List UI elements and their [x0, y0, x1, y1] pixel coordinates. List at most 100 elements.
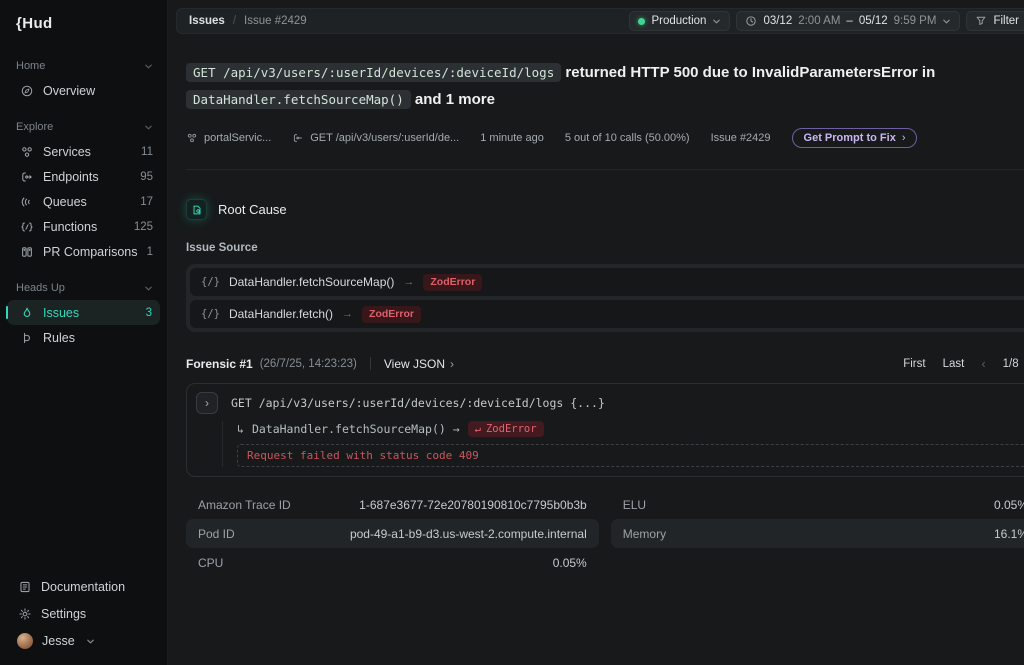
pagination-prev-icon[interactable]: ‹: [981, 356, 985, 371]
app-window: {Hud Home Overview Explore Services 11: [0, 0, 1024, 665]
chevron-right-icon: ›: [902, 132, 906, 144]
zoderror-badge: ↵ ZodError: [468, 421, 544, 437]
date-range-picker[interactable]: 03/12 2:00 AM – 05/12 9:59 PM: [736, 11, 960, 31]
forensic-pagination: First Last ‹ 1/8 ›: [903, 356, 1024, 371]
forensic-title: Forensic #1: [186, 357, 253, 371]
range-end-time: 9:59 PM: [894, 15, 937, 27]
view-json-label: View JSON: [384, 357, 445, 371]
sidebar-section-explore[interactable]: Explore: [0, 115, 167, 139]
arrow-right-icon: →: [403, 276, 414, 288]
section-home-label: Home: [16, 60, 45, 72]
sidebar-item-services[interactable]: Services 11: [0, 139, 167, 164]
metric-value: 0.05%: [994, 498, 1024, 512]
pagination-last-button[interactable]: Last: [943, 358, 965, 370]
clock-icon: [745, 15, 757, 27]
functions-count: 125: [134, 221, 153, 233]
file-search-icon: [186, 199, 207, 220]
meta-service[interactable]: portalServic...: [186, 132, 271, 144]
view-json-button[interactable]: View JSON ›: [384, 357, 454, 371]
issue-source-row[interactable]: {/} DataHandler.fetchSourceMap() → ZodEr…: [190, 268, 1024, 296]
breadcrumb-issues-link[interactable]: Issues: [189, 15, 225, 27]
metric-key: Memory: [623, 527, 666, 541]
vertical-divider: [370, 357, 371, 370]
chevron-down-icon: [942, 17, 951, 26]
return-glyph-icon: ↵: [475, 423, 481, 435]
pagination-first-button[interactable]: First: [903, 358, 925, 370]
section-explore-label: Explore: [16, 121, 53, 133]
metric-key: CPU: [198, 556, 223, 570]
issue-source-row[interactable]: {/} DataHandler.fetch() → ZodError: [190, 300, 1024, 328]
return-arrow-icon: ↳: [237, 422, 244, 436]
avatar: [17, 633, 33, 649]
sidebar-item-queues[interactable]: Queues 17: [0, 189, 167, 214]
expand-trace-button[interactable]: ›: [196, 392, 218, 414]
metrics-table: Amazon Trace ID 1-687e3677-72e2078019081…: [186, 490, 1024, 577]
root-cause-section: Root Cause Issue Source {/} DataHandler.…: [168, 170, 1024, 577]
app-logo: {Hud: [0, 0, 167, 42]
metric-value: 0.05%: [553, 556, 587, 570]
sidebar-item-rules[interactable]: Rules: [0, 325, 167, 350]
meta-service-label: portalServic...: [204, 132, 271, 144]
chevron-down-icon: [86, 637, 95, 646]
chevron-down-icon: [144, 62, 153, 71]
user-menu[interactable]: Jesse: [0, 627, 167, 655]
chevron-right-icon: ›: [450, 357, 454, 371]
sidebar-item-label: Issues: [43, 306, 79, 320]
get-prompt-to-fix-button[interactable]: Get Prompt to Fix ›: [792, 128, 918, 148]
sidebar-item-functions[interactable]: Functions 125: [0, 214, 167, 239]
environment-select[interactable]: Production: [629, 11, 730, 31]
breadcrumb-current: Issue #2429: [244, 15, 307, 27]
rules-icon: [19, 330, 34, 345]
compass-icon: [19, 83, 34, 98]
sidebar-item-label: Documentation: [41, 580, 125, 594]
queues-count: 17: [140, 196, 153, 208]
meta-issue-id: Issue #2429: [711, 132, 771, 144]
sidebar-item-label: Overview: [43, 84, 95, 98]
sidebar-item-endpoints[interactable]: Endpoints 95: [0, 164, 167, 189]
services-icon: [186, 132, 198, 144]
meta-endpoint[interactable]: GET /api/v3/users/:userId/de...: [292, 132, 459, 144]
meta-endpoint-label: GET /api/v3/users/:userId/de...: [310, 132, 459, 144]
sidebar-item-overview[interactable]: Overview: [0, 78, 167, 103]
issue-header: GET /api/v3/users/:userId/devices/:devic…: [168, 34, 1024, 170]
sidebar-item-issues[interactable]: Issues 3: [7, 300, 160, 325]
pr-comparisons-icon: [19, 244, 34, 259]
sidebar-item-label: Endpoints: [43, 170, 99, 184]
user-name: Jesse: [42, 634, 75, 648]
metric-value: 1-687e3677-72e20780190810c7795b0b3b: [359, 498, 587, 512]
sidebar-item-settings[interactable]: Settings: [0, 600, 167, 627]
chevron-down-icon: [712, 17, 721, 26]
metrics-left-column: Amazon Trace ID 1-687e3677-72e2078019081…: [186, 490, 599, 577]
endpoints-icon: [19, 169, 34, 184]
arrow-right-icon: →: [342, 308, 353, 320]
breadcrumb-separator: /: [233, 15, 236, 27]
zoderror-badge: ZodError: [423, 274, 482, 291]
source-function-name: DataHandler.fetch(): [229, 307, 333, 321]
sidebar-item-documentation[interactable]: Documentation: [0, 573, 167, 600]
sidebar-item-label: Settings: [41, 607, 86, 621]
metric-key: Pod ID: [198, 527, 235, 541]
main-panel: Issues / Issue #2429 Production 03/12 2:…: [168, 0, 1024, 665]
issue-meta-row: portalServic... GET /api/v3/users/:userI…: [186, 128, 1024, 148]
filter-button[interactable]: Filter: [966, 11, 1024, 31]
trace-card: › GET /api/v3/users/:userId/devices/:dev…: [186, 383, 1024, 477]
range-start-time: 2:00 AM: [798, 15, 840, 27]
sidebar-section-heads-up[interactable]: Heads Up: [0, 276, 167, 300]
metric-key: Amazon Trace ID: [198, 498, 291, 512]
range-separator: –: [846, 15, 852, 27]
meta-time-ago: 1 minute ago: [480, 132, 544, 144]
issue-title: GET /api/v3/users/:userId/devices/:devic…: [186, 59, 1024, 113]
cta-label: Get Prompt to Fix: [804, 132, 896, 144]
pagination-page-indicator: 1/8: [1003, 358, 1019, 370]
topbar-controls: Production 03/12 2:00 AM – 05/12 9:59 PM: [629, 11, 1024, 31]
table-row: Pod ID pod-49-a1-b9-d3.us-west-2.compute…: [186, 519, 599, 548]
range-start-date: 03/12: [763, 15, 792, 27]
endpoints-icon: [292, 132, 304, 144]
queues-icon: [19, 194, 34, 209]
frame-function-name: DataHandler.fetchSourceMap() →: [252, 422, 460, 436]
frame-error-label: ZodError: [486, 423, 537, 435]
sidebar-section-home[interactable]: Home: [0, 54, 167, 78]
trace-frames: ↳ DataHandler.fetchSourceMap() → ↵ ZodEr…: [222, 421, 1024, 467]
sidebar-item-label: Rules: [43, 331, 75, 345]
sidebar-item-pr-comparisons[interactable]: PR Comparisons 1: [0, 239, 167, 264]
